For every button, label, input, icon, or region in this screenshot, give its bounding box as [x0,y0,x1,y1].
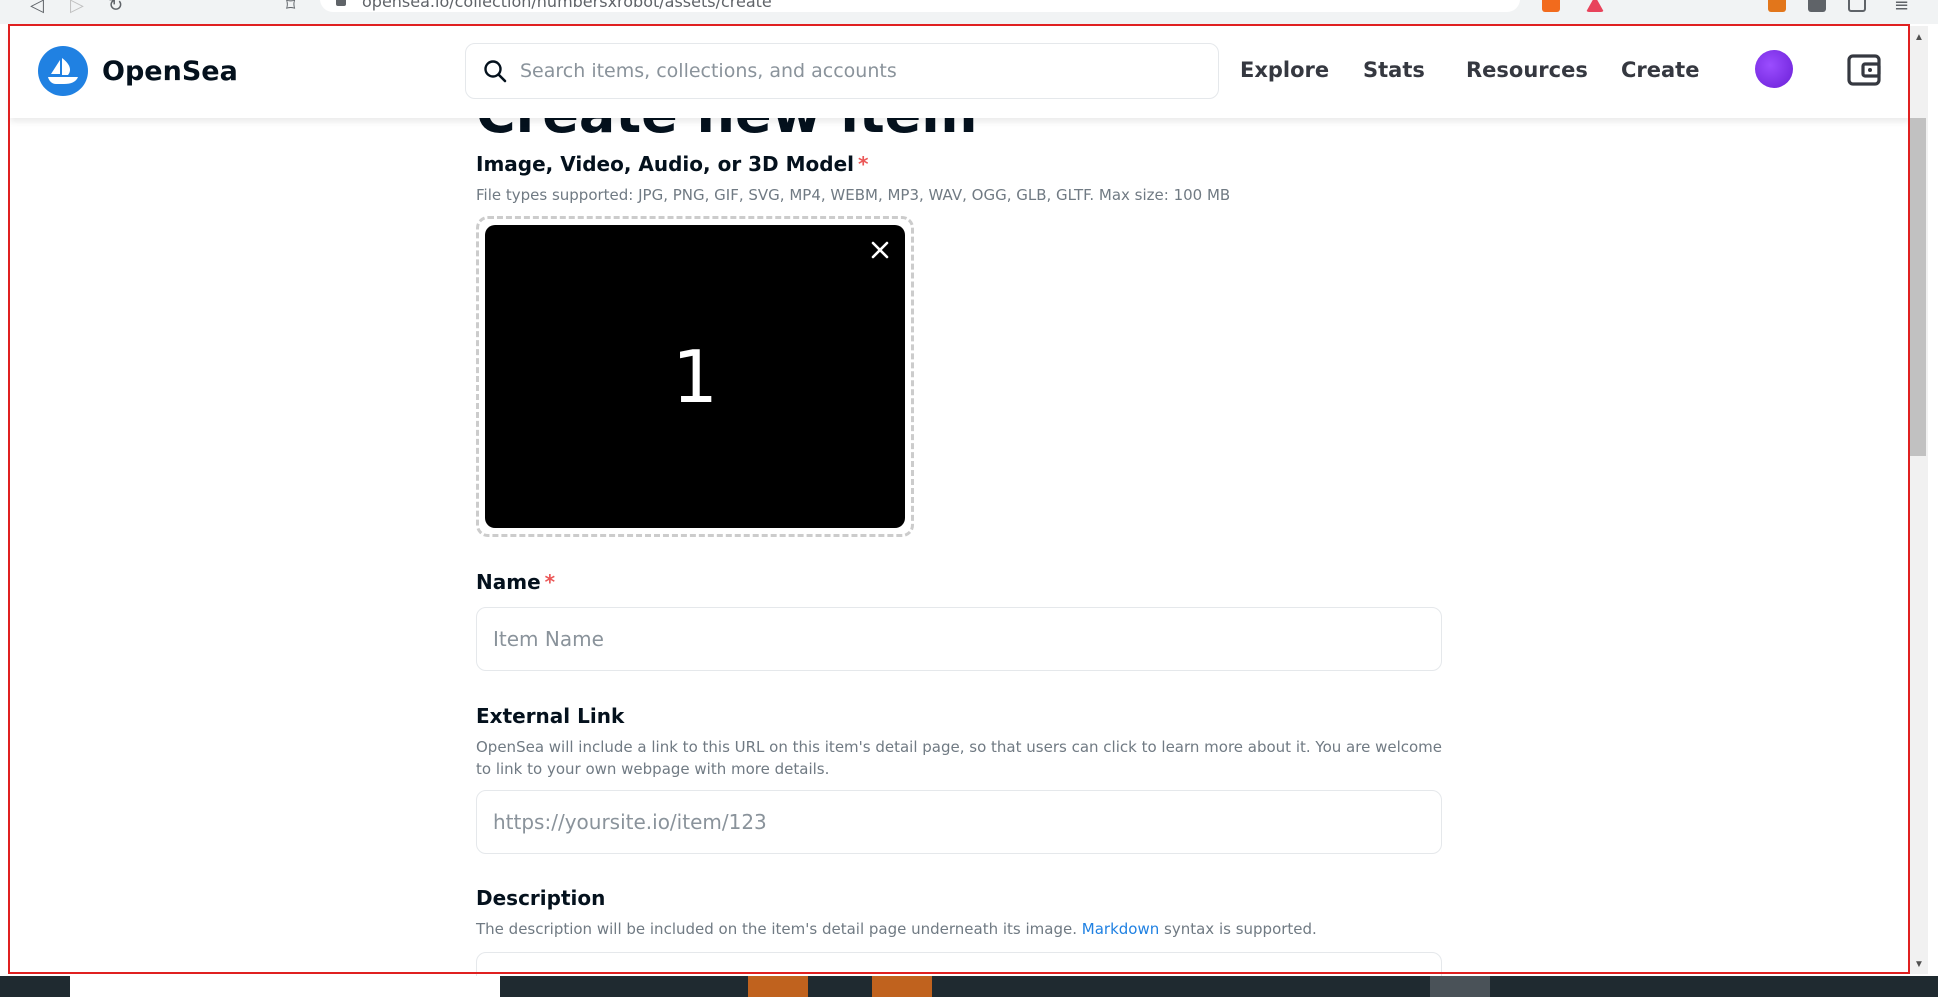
lock-icon [336,0,346,6]
external-link-input[interactable] [476,790,1442,854]
taskbar-item[interactable] [1430,976,1490,997]
external-link-label: External Link [476,704,625,728]
brave-rewards-icon[interactable] [1586,0,1604,12]
description-help: The description will be included on the … [476,918,1442,940]
logo[interactable]: OpenSea [38,46,238,96]
close-icon[interactable] [867,237,893,263]
name-label-text: Name [476,570,541,594]
back-icon[interactable]: ◁ [30,0,44,15]
nav-stats[interactable]: Stats [1363,58,1425,82]
search-input[interactable] [520,60,1200,82]
bookmark-icon[interactable]: ⌑ [286,0,295,15]
site-header: OpenSea Explore Stats Resources Create [10,26,1910,118]
brave-shield-icon[interactable] [1542,0,1560,12]
preview-number: 1 [672,334,718,419]
taskbar-item[interactable] [748,976,808,997]
extensions-icon[interactable] [1808,0,1826,12]
brand-name: OpenSea [102,55,238,87]
browser-toolbar: ◁ ▷ ↻ ⌑ opensea.io/collection/numbersxro… [0,0,1938,24]
media-label: Image, Video, Audio, or 3D Model * [476,152,868,176]
menu-icon[interactable]: ≡ [1894,0,1909,15]
page-scrollbar[interactable]: ▲ ▼ [1908,26,1928,974]
description-label: Description [476,886,606,910]
address-url[interactable]: opensea.io/collection/numbersxrobot/asse… [362,0,772,10]
nav-resources[interactable]: Resources [1466,58,1588,82]
reload-icon[interactable]: ↻ [108,0,123,15]
taskbar-item[interactable] [70,976,500,997]
forward-icon[interactable]: ▷ [70,0,84,15]
wallet-icon[interactable] [1846,52,1882,88]
media-dropzone[interactable]: 1 [476,216,914,537]
metamask-icon[interactable] [1768,0,1786,12]
wallet-ext-icon[interactable] [1848,0,1866,12]
scroll-thumb[interactable] [1910,118,1926,456]
nav-create[interactable]: Create [1621,58,1699,82]
scroll-up-icon[interactable]: ▲ [1914,32,1924,43]
taskbar-item[interactable] [872,976,932,997]
description-help-suffix: syntax is supported. [1164,920,1317,938]
search-bar[interactable] [465,43,1219,99]
name-label: Name * [476,570,555,594]
search-icon [484,60,507,83]
external-link-help: OpenSea will include a link to this URL … [476,738,1442,778]
scroll-down-icon[interactable]: ▼ [1914,959,1924,970]
taskbar [0,976,1938,997]
profile-avatar[interactable] [1755,50,1793,88]
media-preview: 1 [485,225,905,528]
description-help-text: The description will be included on the … [476,920,1077,938]
opensea-logo-icon [38,46,88,96]
nav-explore[interactable]: Explore [1240,58,1329,82]
required-mark: * [858,152,869,176]
required-mark: * [544,570,556,594]
markdown-link[interactable]: Markdown [1082,920,1159,938]
media-label-text: Image, Video, Audio, or 3D Model [476,152,854,176]
media-help: File types supported: JPG, PNG, GIF, SVG… [476,186,1231,204]
name-input[interactable] [476,607,1442,671]
